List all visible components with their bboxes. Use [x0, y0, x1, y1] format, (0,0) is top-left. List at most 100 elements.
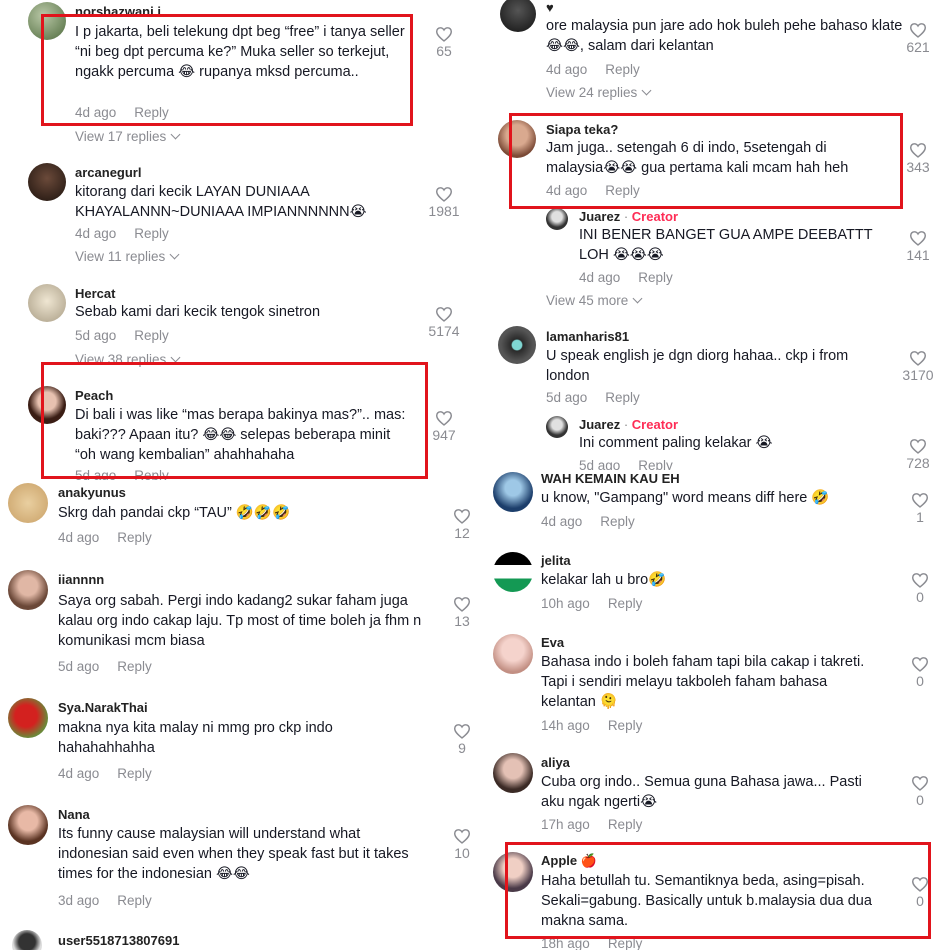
reply-button[interactable]: Reply [134, 105, 169, 120]
comment-username[interactable]: Siapa teka? [546, 122, 618, 137]
avatar[interactable] [8, 805, 48, 845]
like-button[interactable]: 13 [442, 596, 480, 629]
comment-username[interactable]: norshazwani.i [75, 4, 161, 19]
comment-username[interactable]: anakyunus [58, 485, 126, 500]
like-button[interactable]: 9 [442, 723, 480, 756]
avatar[interactable] [28, 163, 66, 201]
like-button[interactable]: 0 [900, 876, 940, 909]
avatar[interactable] [28, 284, 66, 322]
avatar[interactable] [498, 326, 536, 364]
reply-button[interactable]: Reply [134, 226, 169, 241]
like-count: 141 [906, 247, 930, 263]
like-button[interactable]: 621 [898, 22, 938, 55]
reply-button[interactable]: Reply [605, 390, 640, 405]
heart-outline-icon [435, 411, 453, 426]
username-label: Apple [541, 853, 578, 868]
like-count: 1 [916, 509, 924, 525]
like-button[interactable]: 1981 [424, 186, 464, 219]
avatar[interactable] [498, 120, 536, 158]
like-button[interactable]: 10 [442, 828, 480, 861]
comment-username[interactable]: Juarez · Creator [579, 417, 678, 432]
avatar[interactable] [12, 930, 42, 950]
view-more-button[interactable]: View 45 more [546, 293, 643, 308]
comment-username[interactable]: lamanharis81 [546, 329, 629, 344]
like-button[interactable]: 728 [898, 438, 938, 471]
reply-button[interactable]: Reply [117, 530, 152, 545]
view-replies-button[interactable]: View 11 replies [75, 249, 180, 264]
heart-outline-icon [453, 724, 471, 739]
comment-username[interactable]: aliya [541, 755, 570, 770]
like-count: 10 [454, 845, 470, 861]
avatar[interactable] [28, 386, 66, 424]
view-replies-button[interactable]: View 38 replies [75, 352, 181, 367]
reply-button[interactable]: Reply [608, 596, 643, 611]
avatar[interactable] [493, 472, 533, 512]
reply-button[interactable]: Reply [605, 183, 640, 198]
comment-username[interactable]: iiannnn [58, 572, 104, 587]
avatar[interactable] [493, 552, 533, 592]
reply-button[interactable]: Reply [117, 893, 152, 908]
like-count: 9 [458, 740, 466, 756]
like-button[interactable]: 141 [898, 230, 938, 263]
comment-username[interactable]: Eva [541, 635, 564, 650]
reply-button[interactable]: Reply [117, 659, 152, 674]
avatar[interactable] [493, 634, 533, 674]
heart-outline-icon [453, 597, 471, 612]
like-button[interactable]: 1 [900, 492, 940, 525]
like-count: 5174 [428, 323, 460, 339]
avatar[interactable] [493, 852, 533, 892]
reply-button[interactable]: Reply [608, 936, 643, 950]
comment-username[interactable]: Apple 🍎 [541, 853, 597, 869]
like-button[interactable]: 65 [424, 26, 464, 59]
comment-text: INI BENER BANGET GUA AMPE DEEBATTT LOH 😭… [579, 227, 873, 263]
reply-button[interactable]: Reply [638, 270, 673, 285]
heart-outline-icon [909, 351, 927, 366]
comment-username[interactable]: Peach [75, 388, 113, 403]
comment-meta: 4d ago Reply [579, 270, 673, 285]
comment-username[interactable]: Sya.NarakThai [58, 700, 148, 715]
avatar[interactable] [546, 208, 568, 230]
avatar[interactable] [8, 483, 48, 523]
comment-username[interactable]: arcanegurl [75, 165, 141, 180]
like-button[interactable]: 0 [900, 572, 940, 605]
avatar[interactable] [8, 570, 48, 610]
view-replies-button[interactable]: View 24 replies [546, 85, 652, 100]
reply-button[interactable]: Reply [600, 514, 635, 529]
chevron-down-icon [632, 293, 643, 304]
reply-button[interactable]: Reply [117, 766, 152, 781]
reply-button[interactable]: Reply [605, 62, 640, 77]
avatar[interactable] [500, 0, 536, 32]
like-button[interactable]: 343 [898, 142, 938, 175]
avatar[interactable] [546, 416, 568, 438]
like-button[interactable]: 3170 [898, 350, 938, 383]
comment-username[interactable]: Juarez · Creator [579, 209, 678, 224]
avatar[interactable] [493, 753, 533, 793]
reply-button[interactable]: Reply [608, 718, 643, 733]
like-button[interactable]: 12 [442, 508, 480, 541]
like-count: 0 [916, 893, 924, 909]
comment-username[interactable]: ♥ [546, 0, 554, 15]
like-count: 728 [906, 455, 930, 471]
like-button[interactable]: 0 [900, 656, 940, 689]
comment-text: Saya org sabah. Pergi indo kadang2 sukar… [58, 593, 422, 649]
comment-text: U speak english je dgn diorg hahaa.. ckp… [546, 348, 849, 384]
comment-time: 4d ago [58, 766, 100, 781]
comment-username[interactable]: WAH KEMAIN KAU EH [541, 471, 680, 486]
like-count: 621 [906, 39, 930, 55]
view-replies-button[interactable]: View 17 replies [75, 129, 181, 144]
comment-text: makna nya kita malay ni mmg pro ckp indo… [58, 720, 333, 756]
comment-username[interactable]: Nana [58, 807, 90, 822]
reply-button[interactable]: Reply [608, 817, 643, 832]
like-button[interactable]: 947 [424, 410, 464, 443]
comment-item: WAH KEMAIN KAU EH u know, "Gampang" word… [488, 470, 950, 540]
comment-username[interactable]: Hercat [75, 286, 115, 301]
like-button[interactable]: 0 [900, 775, 940, 808]
heart-outline-icon [911, 493, 929, 508]
like-button[interactable]: 5174 [424, 306, 464, 339]
reply-button[interactable]: Reply [134, 328, 169, 343]
avatar[interactable] [8, 698, 48, 738]
comment-username[interactable]: jelita [541, 553, 571, 568]
comment-item: norshazwani.i I p jakarta, beli telekung… [0, 0, 480, 145]
comment-username[interactable]: user5518713807691 [58, 933, 179, 948]
avatar[interactable] [28, 2, 66, 40]
